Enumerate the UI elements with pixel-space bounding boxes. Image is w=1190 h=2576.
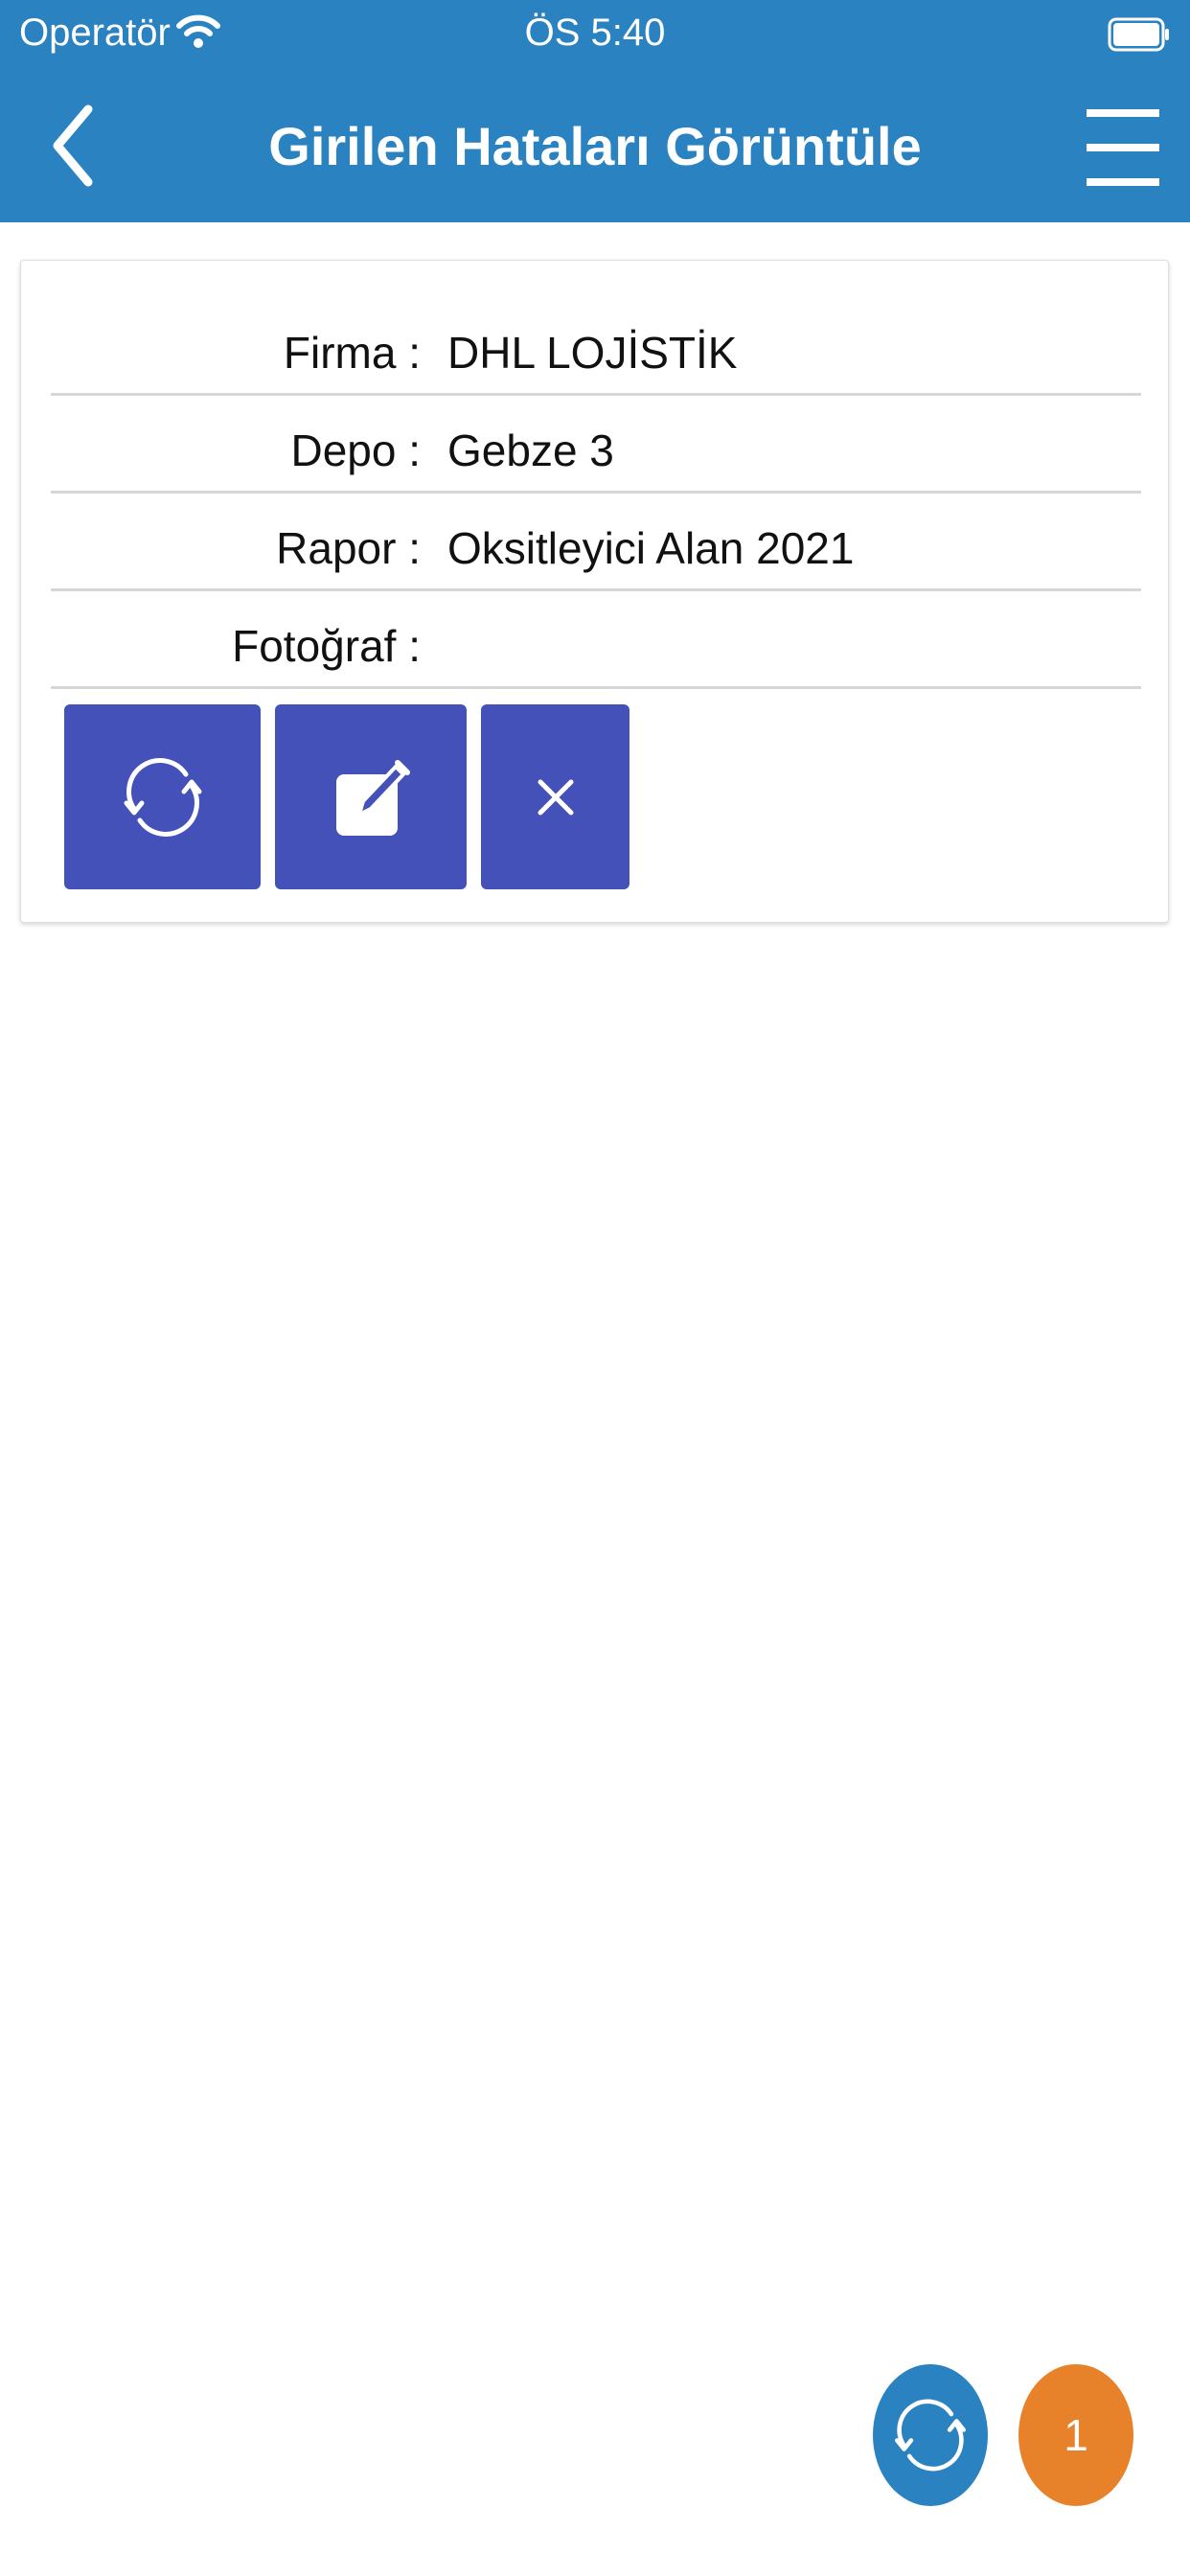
nav-bar: Girilen Hataları Görüntüle [0,73,1190,222]
refresh-fab[interactable] [873,2364,988,2506]
warehouse-value: Gebze 3 [447,426,614,475]
status-bar: Operatör ÖS 5:40 [0,0,1190,73]
photo-row: Fotoğraf : [51,591,1141,689]
edit-record-button[interactable] [275,704,467,889]
company-label: Firma : [283,328,421,378]
delete-record-button[interactable] [481,704,629,889]
count-badge-value: 1 [1064,2410,1088,2460]
report-row: Rapor : Oksitleyici Alan 2021 [51,494,1141,591]
status-time: ÖS 5:40 [524,12,666,54]
refresh-record-button[interactable] [64,704,261,889]
report-value: Oksitleyici Alan 2021 [447,523,855,573]
warehouse-label: Depo : [290,426,421,475]
hamburger-menu-icon [1087,109,1159,186]
count-badge-fab[interactable]: 1 [1018,2364,1133,2506]
photo-label: Fotoğraf : [232,621,421,671]
refresh-icon [895,2399,966,2472]
menu-button[interactable] [1085,105,1161,192]
battery-icon [1108,17,1171,57]
error-record-card: Firma : DHL LOJİSTİK Depo : Gebze 3 Rapo… [20,260,1169,923]
company-row: Firma : DHL LOJİSTİK [51,298,1141,396]
page-title: Girilen Hataları Görüntüle [268,116,922,176]
report-label: Rapor : [276,523,421,573]
close-icon [538,779,573,815]
warehouse-row: Depo : Gebze 3 [51,396,1141,494]
edit-icon [336,759,410,836]
company-value: DHL LOJİSTİK [447,328,738,378]
refresh-icon [124,757,201,837]
